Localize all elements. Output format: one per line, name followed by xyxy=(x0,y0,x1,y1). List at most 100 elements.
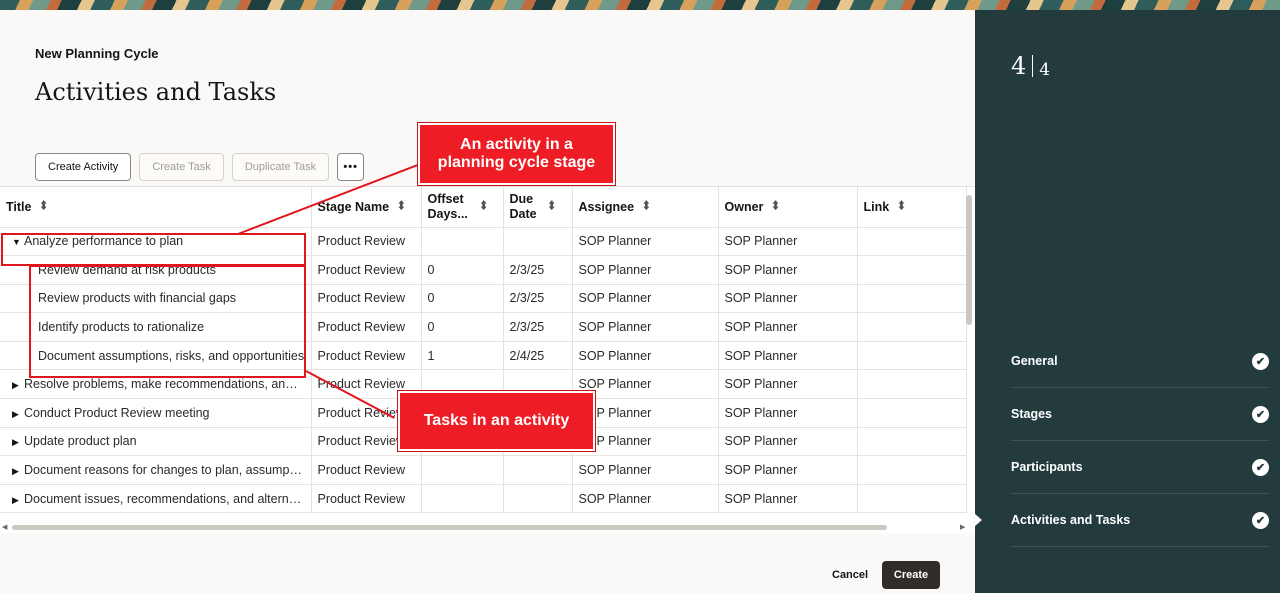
cell-stage: Product Review xyxy=(311,255,422,285)
cell-text: SOP Planner xyxy=(724,291,798,306)
step-general[interactable]: General ✔ xyxy=(1011,335,1269,388)
cell-owner: SOP Planner xyxy=(718,255,858,285)
cell-owner: SOP Planner xyxy=(718,427,858,457)
cell-due: 2/3/25 xyxy=(503,284,573,314)
cell-text: Product Review xyxy=(317,234,406,249)
step-activities-and-tasks[interactable]: Activities and Tasks ✔ xyxy=(1011,494,1269,547)
column-header-6[interactable]: Link ⬍ xyxy=(857,187,967,228)
column-header-label: Offset Days... xyxy=(427,191,468,221)
column-header-label: Title xyxy=(6,199,32,214)
expand-caret-icon[interactable]: ▶ xyxy=(12,409,24,420)
column-header-label: Assignee xyxy=(578,199,635,214)
cell-text: SOP Planner xyxy=(578,348,652,363)
total-steps-number: 4 xyxy=(1039,60,1051,80)
cell-text: 0 xyxy=(427,262,435,277)
duplicate-task-button[interactable]: Duplicate Task xyxy=(231,153,330,181)
column-header-label: Stage Name xyxy=(317,199,390,214)
column-header-3[interactable]: Due Date ⬍ xyxy=(503,187,573,228)
scroll-right-icon[interactable]: ▶ xyxy=(960,523,965,531)
cell-link xyxy=(857,427,967,457)
cell-assignee: SOP Planner xyxy=(572,455,719,485)
sort-icon[interactable]: ⬍ xyxy=(897,200,905,213)
current-step-pointer-icon xyxy=(975,514,982,526)
cell-owner: SOP Planner xyxy=(718,341,858,371)
activity-row[interactable]: ▶ Document reasons for changes to plan, a… xyxy=(0,455,967,485)
step-stages[interactable]: Stages ✔ xyxy=(1011,388,1269,441)
cell-assignee: SOP Planner xyxy=(572,341,719,371)
horizontal-scrollbar[interactable] xyxy=(12,525,887,530)
activity-row[interactable]: ▶ Document issues, recommendations, and a… xyxy=(0,484,967,514)
sort-icon[interactable]: ⬍ xyxy=(39,200,47,213)
tasks-callout: Tasks in an activity xyxy=(397,390,596,452)
cell-link xyxy=(857,227,967,257)
step-counter: 4 4 xyxy=(1011,52,1050,80)
cell-owner: SOP Planner xyxy=(718,398,858,428)
column-header-5[interactable]: Owner ⬍ xyxy=(718,187,858,228)
cell-text: Product Review xyxy=(317,320,406,335)
scroll-left-icon[interactable]: ◀ xyxy=(2,523,7,531)
vertical-scrollbar[interactable] xyxy=(966,195,972,325)
cell-assignee: SOP Planner xyxy=(572,284,719,314)
sort-icon[interactable]: ⬍ xyxy=(397,200,405,213)
cell-title: ▶ Document reasons for changes to plan, a… xyxy=(0,455,312,485)
sort-icon[interactable]: ⬍ xyxy=(771,200,779,213)
step-participants[interactable]: Participants ✔ xyxy=(1011,441,1269,494)
cell-text: SOP Planner xyxy=(578,463,652,478)
cell-text: SOP Planner xyxy=(724,405,798,420)
step-divider xyxy=(1032,55,1034,77)
column-header-2[interactable]: Offset Days... ⬍ xyxy=(421,187,504,228)
sort-icon[interactable]: ⬍ xyxy=(642,200,650,213)
sort-icon[interactable]: ⬍ xyxy=(548,200,556,213)
cell-text: Product Review xyxy=(317,463,406,478)
cell-text: SOP Planner xyxy=(724,320,798,335)
column-header-0[interactable]: Title ⬍ xyxy=(0,187,312,228)
expand-caret-icon[interactable]: ▶ xyxy=(12,380,24,391)
sort-icon[interactable]: ⬍ xyxy=(480,200,488,213)
cell-due: 2/4/25 xyxy=(503,341,573,371)
page-title: Activities and Tasks xyxy=(35,78,277,106)
cell-stage: Product Review xyxy=(311,284,422,314)
column-header-4[interactable]: Assignee ⬍ xyxy=(572,187,719,228)
cell-assignee: SOP Planner xyxy=(572,227,719,257)
cell-text: Product Review xyxy=(317,491,406,506)
cell-text: SOP Planner xyxy=(724,377,798,392)
cell-text: SOP Planner xyxy=(578,491,652,506)
cancel-button[interactable]: Cancel xyxy=(832,569,868,581)
cell-text: Product Review xyxy=(317,434,406,449)
cell-text: SOP Planner xyxy=(724,463,798,478)
cell-link xyxy=(857,484,967,514)
cell-owner: SOP Planner xyxy=(718,369,858,400)
create-task-button[interactable]: Create Task xyxy=(139,153,224,181)
cell-owner: SOP Planner xyxy=(718,312,858,342)
cell-link xyxy=(857,398,967,428)
cell-text: Document reasons for changes to plan, as… xyxy=(24,463,307,478)
cell-link xyxy=(857,284,967,314)
cell-link xyxy=(857,341,967,371)
cell-text: Update product plan xyxy=(24,434,137,449)
cell-due: 2/3/25 xyxy=(503,255,573,285)
more-actions-button[interactable]: ••• xyxy=(337,153,365,181)
cell-link xyxy=(857,255,967,285)
create-activity-button[interactable]: Create Activity xyxy=(35,153,132,181)
cell-stage: Product Review xyxy=(311,312,422,342)
create-button[interactable]: Create xyxy=(882,561,940,589)
column-header-1[interactable]: Stage Name ⬍ xyxy=(311,187,422,228)
step-label: General xyxy=(1011,354,1058,368)
cell-due xyxy=(503,227,573,257)
expand-caret-icon[interactable]: ▶ xyxy=(12,437,24,448)
checkmark-icon: ✔ xyxy=(1252,405,1269,423)
cell-text: SOP Planner xyxy=(724,234,798,249)
cell-text: SOP Planner xyxy=(724,491,798,506)
expand-caret-icon[interactable]: ▶ xyxy=(12,495,24,506)
cell-assignee: SOP Planner xyxy=(572,255,719,285)
decorative-banner xyxy=(0,0,1280,10)
toolbar: Create Activity Create Task Duplicate Ta… xyxy=(35,153,365,181)
cell-owner: SOP Planner xyxy=(718,484,858,514)
cell-owner: SOP Planner xyxy=(718,455,858,485)
cell-text: SOP Planner xyxy=(578,262,652,277)
page-eyebrow: New Planning Cycle xyxy=(35,46,159,61)
expand-caret-icon[interactable]: ▶ xyxy=(12,466,24,477)
cell-text: 1 xyxy=(427,348,435,363)
cell-offset: 0 xyxy=(421,312,504,342)
cell-offset xyxy=(421,227,504,257)
